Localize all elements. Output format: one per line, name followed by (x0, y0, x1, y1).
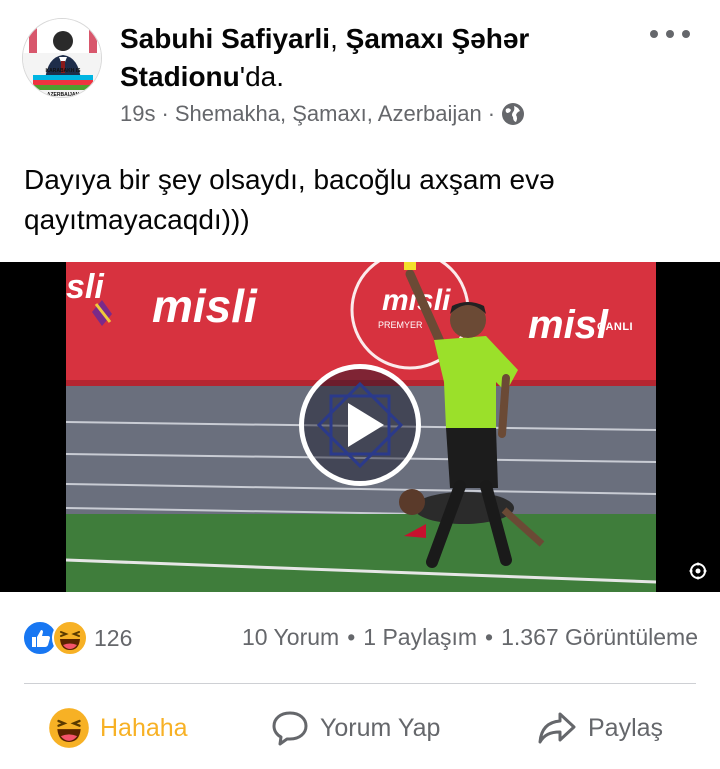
share-button[interactable]: Paylaş (536, 700, 663, 756)
place-suffix: 'da. (239, 61, 285, 92)
globe-icon (501, 102, 525, 126)
author-name-link[interactable]: Sabuhi Safiyarli (120, 23, 330, 54)
post-location[interactable]: Shemakha, Şamaxı, Azerbaijan (175, 101, 482, 127)
views-count: 1.367 Görüntüleme (501, 624, 698, 650)
author-place-separator: , (330, 23, 338, 54)
meta-separator: · (487, 101, 496, 126)
meta-separator: · (161, 101, 169, 126)
reaction-count: 126 (94, 624, 133, 651)
post-actions: Hahaha Yorum Yap Paylaş (0, 700, 720, 756)
play-button[interactable] (299, 364, 421, 486)
more-options-button[interactable] (648, 22, 692, 46)
banner-text: sli (66, 268, 105, 306)
post-meta: 19s · Shemakha, Şamaxı, Azerbaijan · (120, 101, 525, 127)
avatar-image: KARABAKH IS AZERBAIJAN (23, 19, 101, 98)
haha-icon (48, 707, 90, 749)
post-timestamp[interactable]: 19s (120, 101, 155, 127)
banner-text: PREMYER (378, 320, 423, 330)
haha-reaction-button[interactable]: Hahaha (48, 700, 188, 756)
comment-button[interactable]: Yorum Yap (270, 700, 440, 756)
post-header-title: Sabuhi Safiyarli, Şamaxı Şəhər Stadionu'… (120, 20, 620, 96)
haha-icon (52, 620, 88, 656)
avatar-badge-line1: KARABAKH IS (46, 68, 82, 74)
live-badge: CANLI (597, 321, 634, 333)
haha-label: Hahaha (100, 713, 188, 742)
play-icon (316, 381, 404, 469)
share-label: Paylaş (588, 713, 664, 742)
video-settings-icon[interactable] (688, 561, 708, 581)
avatar-badge-line2: AZERBAIJAN (47, 92, 80, 98)
shares-count[interactable]: 1 Paylaşım (363, 624, 477, 651)
comment-label: Yorum Yap (320, 713, 441, 742)
post-text: Dayıya bir şey olsaydı, bacoğlu axşam ev… (24, 164, 555, 235)
author-avatar[interactable]: KARABAKH IS AZERBAIJAN (22, 18, 102, 98)
share-icon (536, 708, 578, 748)
comment-icon (270, 708, 310, 748)
banner-text: misli (152, 280, 258, 332)
stats-counts: 10 Yorum • 1 Paylaşım • 1.367 Görüntülem… (242, 624, 698, 651)
divider (24, 683, 696, 684)
stats-separator: • (485, 624, 494, 650)
stats-separator: • (347, 624, 356, 650)
engagement-stats: 126 10 Yorum • 1 Paylaşım • 1.367 Görünt… (22, 618, 702, 658)
comments-count[interactable]: 10 Yorum (242, 624, 339, 651)
reactions-summary[interactable]: 126 (22, 620, 132, 656)
